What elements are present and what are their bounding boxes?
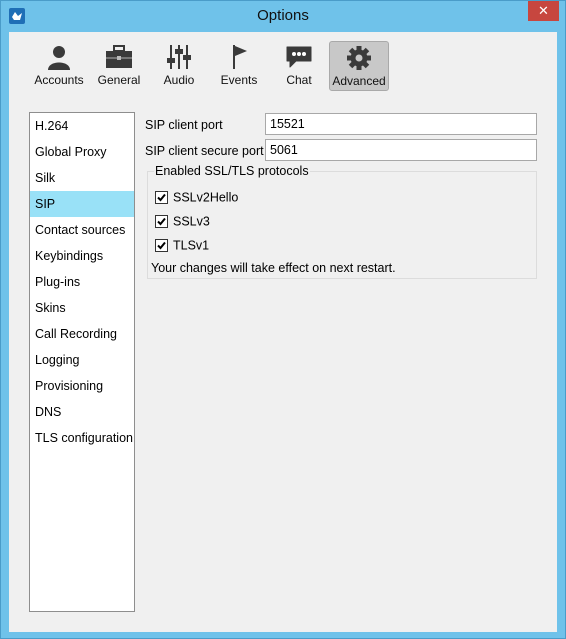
toolbar-advanced-button[interactable]: Advanced bbox=[329, 41, 389, 91]
briefcase-icon bbox=[104, 44, 134, 70]
toolbar-chat-label: Chat bbox=[286, 73, 312, 87]
sidebar-item-sip[interactable]: SIP bbox=[30, 191, 134, 217]
sidebar-item-provisioning[interactable]: Provisioning bbox=[30, 373, 134, 399]
sip-client-secure-port-input[interactable] bbox=[265, 139, 537, 161]
sidebar-item-tls-configuration[interactable]: TLS configuration bbox=[30, 425, 134, 451]
checkbox-checked-icon[interactable] bbox=[155, 191, 168, 205]
category-toolbar: Accounts General Audio Events Chat Advan… bbox=[9, 32, 557, 98]
tlsv1-label: TLSv1 bbox=[173, 238, 210, 253]
restart-note: Your changes will take effect on next re… bbox=[151, 261, 396, 275]
tlsv1-checkbox[interactable]: TLSv1 bbox=[155, 237, 209, 253]
sslv2hello-checkbox[interactable]: SSLv2Hello bbox=[155, 189, 238, 205]
sip-client-secure-port-label: SIP client secure port bbox=[145, 144, 264, 158]
toolbar-audio-label: Audio bbox=[163, 73, 195, 87]
sip-settings-panel: SIP client port SIP client secure port E… bbox=[145, 108, 541, 288]
sidebar-item-plug-ins[interactable]: Plug-ins bbox=[30, 269, 134, 295]
sslv2hello-label: SSLv2Hello bbox=[173, 190, 239, 205]
toolbar-accounts-label: Accounts bbox=[34, 73, 84, 87]
sslv3-checkbox[interactable]: SSLv3 bbox=[155, 213, 210, 229]
sidebar-item-global-proxy[interactable]: Global Proxy bbox=[30, 139, 134, 165]
toolbar-events-label: Events bbox=[220, 73, 258, 87]
toolbar-general-label: General bbox=[97, 73, 141, 87]
sidebar-item-logging[interactable]: Logging bbox=[30, 347, 134, 373]
sidebar-item-skins[interactable]: Skins bbox=[30, 295, 134, 321]
mixer-sliders-icon bbox=[164, 44, 194, 70]
sip-client-port-label: SIP client port bbox=[145, 118, 223, 132]
sslv3-label: SSLv3 bbox=[173, 214, 210, 229]
close-button[interactable]: ✕ bbox=[528, 1, 559, 21]
advanced-category-list[interactable]: H.264 Global Proxy Silk SIP Contact sour… bbox=[29, 112, 135, 612]
gear-icon bbox=[344, 45, 374, 71]
flag-icon bbox=[224, 44, 254, 70]
options-client-area: Accounts General Audio Events Chat Advan… bbox=[9, 32, 557, 632]
toolbar-events-button[interactable]: Events bbox=[209, 41, 269, 91]
toolbar-audio-button[interactable]: Audio bbox=[149, 41, 209, 91]
sidebar-item-dns[interactable]: DNS bbox=[30, 399, 134, 425]
toolbar-general-button[interactable]: General bbox=[89, 41, 149, 91]
options-window: Options ✕ Accounts General Audio Events … bbox=[0, 0, 566, 639]
sidebar-item-contact-sources[interactable]: Contact sources bbox=[30, 217, 134, 243]
toolbar-accounts-button[interactable]: Accounts bbox=[29, 41, 89, 91]
sidebar-item-silk[interactable]: Silk bbox=[30, 165, 134, 191]
toolbar-advanced-label: Advanced bbox=[332, 74, 386, 88]
checkbox-checked-icon[interactable] bbox=[155, 239, 168, 253]
chat-bubble-icon bbox=[284, 44, 314, 70]
ssl-tls-protocols-group-title: Enabled SSL/TLS protocols bbox=[154, 164, 310, 178]
sidebar-item-call-recording[interactable]: Call Recording bbox=[30, 321, 134, 347]
sidebar-item-h264[interactable]: H.264 bbox=[30, 113, 134, 139]
sip-client-port-input[interactable] bbox=[265, 113, 537, 135]
window-title: Options bbox=[257, 7, 309, 24]
title-bar[interactable]: Options ✕ bbox=[1, 1, 565, 31]
sidebar-item-keybindings[interactable]: Keybindings bbox=[30, 243, 134, 269]
user-icon bbox=[44, 44, 74, 70]
checkbox-checked-icon[interactable] bbox=[155, 215, 168, 229]
toolbar-chat-button[interactable]: Chat bbox=[269, 41, 329, 91]
